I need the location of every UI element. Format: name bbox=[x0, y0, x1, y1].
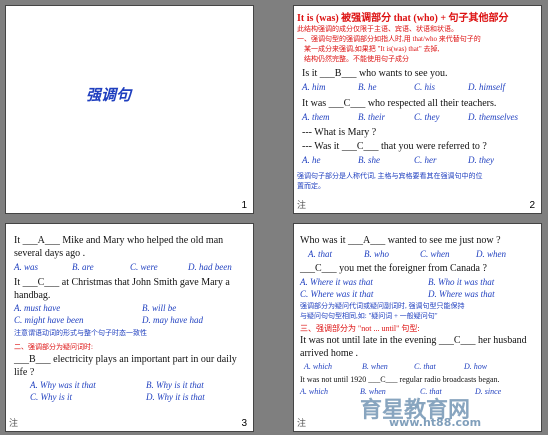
question-text: several days ago . bbox=[14, 248, 86, 259]
section-heading: 三、强调部分为 "not ... until" 句型: bbox=[300, 324, 420, 333]
slide-number: 3 bbox=[241, 418, 247, 429]
option: A. was bbox=[14, 262, 39, 272]
question-text: --- What is Mary ? bbox=[302, 127, 377, 138]
option: B. Who it was that bbox=[428, 277, 495, 287]
notes-icon[interactable]: 注 bbox=[297, 416, 306, 429]
rule-text: 一、强调句型的强调部分如指人时,用 that/who 来代替句子的 bbox=[297, 35, 481, 43]
option: B. when bbox=[362, 362, 388, 371]
question-text: ___C___ you met the foreigner from Canad… bbox=[300, 263, 487, 274]
slide-1[interactable]: 强调句 1 bbox=[5, 5, 254, 214]
option: B. their bbox=[358, 112, 385, 122]
option: A. which bbox=[304, 362, 332, 371]
option: C. were bbox=[130, 262, 158, 272]
option: D. how bbox=[464, 362, 488, 371]
option: D. since bbox=[475, 387, 502, 396]
option: D. had been bbox=[188, 262, 232, 272]
question-text: It was ___C___ who respected all their t… bbox=[302, 98, 497, 109]
question-text: handbag. bbox=[14, 290, 51, 301]
note-text: 置而定。 bbox=[297, 182, 325, 190]
option: A. them bbox=[302, 112, 330, 122]
option: B. Why is it that bbox=[146, 380, 204, 390]
option: D. themselves bbox=[468, 112, 518, 122]
slide-3[interactable]: It ___A___ Mike and Mary who helped the … bbox=[5, 223, 254, 432]
option: B. will be bbox=[142, 303, 177, 313]
question-text: ___B___ electricity plays an important p… bbox=[14, 354, 237, 365]
option: C. might have been bbox=[14, 315, 84, 325]
note-text: 强调句子部分是人称代词, 主格与宾格要看其在强调句中的位 bbox=[297, 172, 483, 180]
question-text: It was not until 1920 ___C___ regular ra… bbox=[300, 375, 500, 384]
slide-2[interactable]: It is (was) 被强调部分 that (who) + 句子其他部分 此结… bbox=[293, 5, 542, 214]
slide-number: 1 bbox=[241, 200, 247, 211]
rule-text: 此结构强调的成分仅限于主语、宾语、状语和状语。 bbox=[297, 25, 458, 33]
question-text: --- Was it ___C___ that you were referre… bbox=[302, 141, 487, 152]
note-text: 与疑问句句型相同,如: "疑问词 + 一般疑问句" bbox=[300, 312, 438, 320]
rule-text: 结构仍然完整。不能使用句子成分 bbox=[304, 55, 409, 63]
question-text: life ? bbox=[14, 367, 35, 378]
option: D. Why it is that bbox=[146, 392, 205, 402]
option: C. Where was it that bbox=[300, 289, 374, 299]
question-text: It ___C___ at Christmas that John Smith … bbox=[14, 277, 230, 288]
option: A. him bbox=[302, 82, 326, 92]
option: D. himself bbox=[468, 82, 505, 92]
note-text: 强调部分为疑问代词或疑问副词时, 强调句型只能保持 bbox=[300, 302, 465, 310]
option: C. his bbox=[414, 82, 436, 92]
option: A. that bbox=[308, 249, 332, 259]
slide-number: 2 bbox=[529, 200, 535, 211]
option: A. Why was it that bbox=[30, 380, 96, 390]
section-heading: 二、强调部分为疑问词时: bbox=[14, 343, 93, 351]
option: D. they bbox=[468, 155, 494, 165]
question-text: Is it ___B___ who wants to see you. bbox=[302, 68, 448, 79]
option: C. they bbox=[414, 112, 440, 122]
option: B. he bbox=[358, 82, 377, 92]
option: D. may have had bbox=[142, 315, 203, 325]
slide-heading: It is (was) 被强调部分 that (who) + 句子其他部分 bbox=[297, 13, 509, 24]
question-text: arrived home . bbox=[300, 348, 359, 359]
option: C. when bbox=[420, 249, 450, 259]
option: C. Why is it bbox=[30, 392, 72, 402]
notes-icon[interactable]: 注 bbox=[9, 416, 18, 429]
option: A. must have bbox=[14, 303, 61, 313]
option: C. her bbox=[414, 155, 437, 165]
option: A. which bbox=[300, 387, 328, 396]
note-text: 注意谓语动词的形式与整个句子时态一致性 bbox=[14, 329, 147, 337]
slide-4[interactable]: Who was it ___A___ wanted to see me just… bbox=[293, 223, 542, 432]
watermark-url: www.ht88.com bbox=[389, 416, 482, 429]
question-text: Who was it ___A___ wanted to see me just… bbox=[300, 235, 501, 246]
option: B. who bbox=[364, 249, 390, 259]
option: D. when bbox=[476, 249, 506, 259]
notes-icon[interactable]: 注 bbox=[297, 198, 306, 211]
option: B. are bbox=[72, 262, 94, 272]
option: B. she bbox=[358, 155, 380, 165]
rule-text: 某一成分来强调,如果把 "It is(was) that" 去掉, bbox=[304, 45, 440, 53]
question-text: It was not until late in the evening ___… bbox=[300, 335, 527, 346]
question-text: It ___A___ Mike and Mary who helped the … bbox=[14, 235, 224, 246]
option: A. Where it was that bbox=[300, 277, 373, 287]
option: A. he bbox=[302, 155, 321, 165]
option: C. that bbox=[414, 362, 436, 371]
slide-title: 强调句 bbox=[86, 86, 132, 104]
option: D. Where was that bbox=[428, 289, 495, 299]
